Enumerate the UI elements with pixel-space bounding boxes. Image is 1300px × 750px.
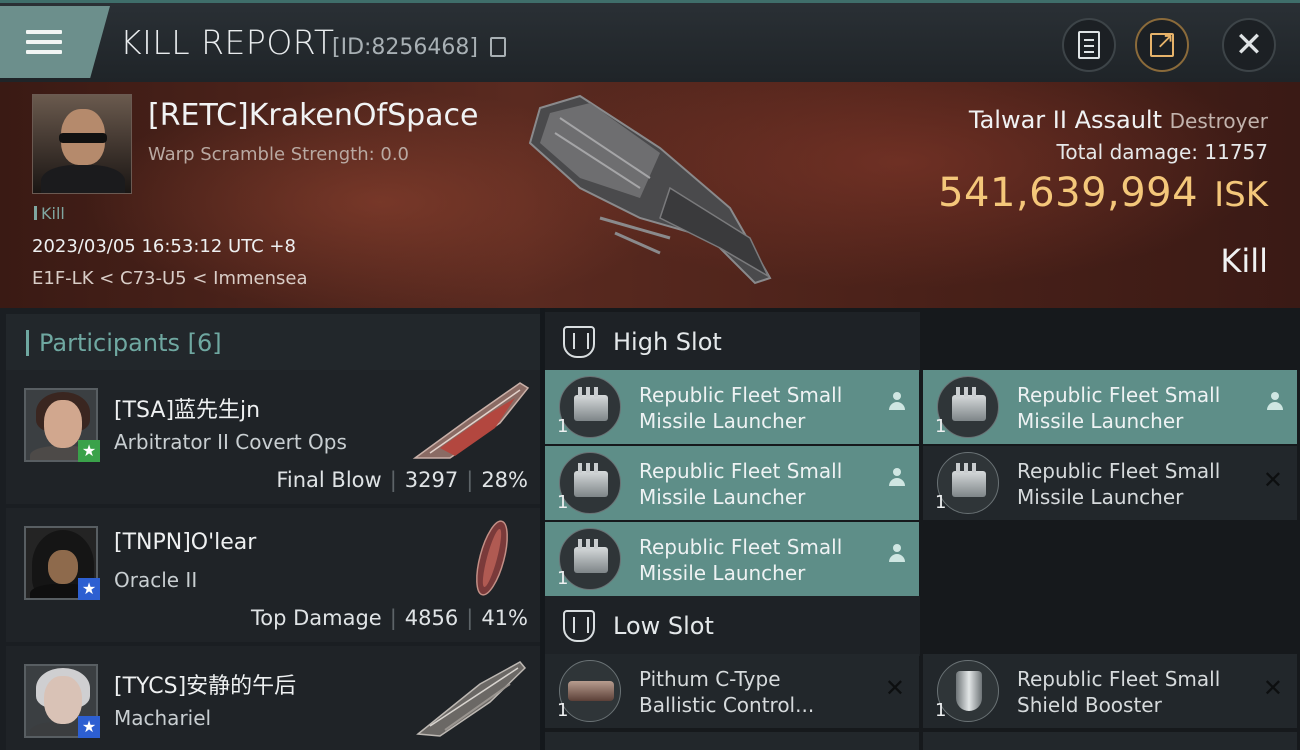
participant-damage: 3297: [404, 468, 459, 492]
participant-ship: Oracle II: [114, 568, 198, 592]
low-slot-icon: [563, 610, 595, 642]
kill-datetime: 2023/03/05 16:53:12 UTC +8: [32, 236, 296, 257]
participant-row[interactable]: ★ [TNPN]O'lear Oracle II Top Damage | 4856…: [6, 508, 540, 642]
kill-tag: Kill: [34, 204, 65, 223]
kill-location: E1F-LK < C73-U5 < Immensea: [32, 268, 308, 289]
module-item[interactable]: 1 Republic Fleet Small Missile Launcher ✕: [923, 446, 1297, 520]
person-icon: [889, 392, 905, 412]
star-badge-icon: ★: [78, 440, 100, 462]
victim-ship-name[interactable]: Talwar II Assault Destroyer: [969, 106, 1268, 134]
participant-ship-image: [476, 520, 508, 596]
module-name: Republic Fleet Small Missile Launcher: [1017, 459, 1221, 509]
participant-ship: Machariel: [114, 706, 212, 730]
victim-banner: [RETC]KrakenOfSpace Warp Scramble Streng…: [0, 82, 1300, 308]
total-damage-value: 11757: [1204, 140, 1268, 164]
module-quantity: 1: [935, 492, 947, 513]
module-quantity: 1: [557, 568, 569, 589]
report-id: [ID:8256468]: [332, 35, 478, 60]
copy-icon[interactable]: [490, 37, 506, 57]
share-icon: [1150, 29, 1174, 57]
header-bar: KILL REPORT [ID:8256468] ✕: [0, 0, 1300, 82]
participant-role: Final Blow: [276, 468, 382, 492]
low-slot-header: Low Slot: [545, 596, 920, 656]
participant-percent: 28%: [481, 468, 528, 492]
person-icon: [889, 544, 905, 564]
isk-value: 541,639,994: [938, 170, 1199, 216]
participant-ship: Arbitrator II Covert Ops: [114, 430, 347, 454]
clipboard-button[interactable]: [1062, 18, 1116, 72]
participant-name: [TNPN]O'lear: [114, 530, 257, 555]
low-slot-label: Low Slot: [613, 612, 714, 640]
module-item[interactable]: 1 Pithum C-Type Ballistic Control... ✕: [545, 654, 919, 728]
page-title: KILL REPORT: [120, 23, 335, 62]
participant-row[interactable]: ★ [TSA]蓝先生jn Arbitrator II Covert Ops Fi…: [6, 370, 540, 504]
participant-role: Top Damage: [250, 606, 382, 630]
person-icon: [889, 468, 905, 488]
module-item[interactable]: 1 Republic Fleet Small Missile Launcher: [545, 522, 919, 596]
close-icon: ✕: [1234, 25, 1264, 65]
module-quantity: 1: [935, 416, 947, 437]
victim-portrait[interactable]: [32, 94, 132, 194]
module-quantity: 1: [557, 700, 569, 721]
participant-percent: 41%: [481, 606, 528, 630]
participant-ship-image: [416, 661, 527, 737]
x-icon: ✕: [1262, 674, 1283, 702]
module-quantity: 1: [557, 416, 569, 437]
module-quantity: 1: [935, 700, 947, 721]
victim-ship-image[interactable]: [520, 88, 790, 288]
menu-button[interactable]: [0, 6, 110, 78]
participant-stats: Final Blow | 3297 | 28%: [276, 468, 528, 492]
participants-label: Participants [6]: [39, 329, 222, 357]
isk-value-row: 541,639,994 ISK: [938, 170, 1268, 216]
clipboard-icon: [1078, 31, 1100, 59]
module-name: Republic Fleet Small Missile Launcher: [639, 459, 843, 509]
star-badge-icon: ★: [78, 716, 100, 738]
module-item[interactable]: 1 Republic Fleet Small Missile Launcher: [545, 370, 919, 444]
module-item-partial[interactable]: [545, 732, 919, 750]
participant-ship-image: [412, 382, 530, 459]
menu-icon: [26, 28, 62, 56]
total-damage: Total damage: 11757: [1056, 140, 1268, 164]
module-name: Pithum C-Type Ballistic Control...: [639, 667, 815, 717]
high-slot-label: High Slot: [613, 328, 722, 356]
participant-row[interactable]: ★ [TYCS]安静的午后 Machariel: [6, 646, 540, 750]
high-slot-icon: [563, 326, 595, 358]
victim-pilot-name[interactable]: [RETC]KrakenOfSpace: [148, 98, 478, 133]
share-button[interactable]: [1135, 18, 1189, 72]
participant-name: [TYCS]安静的午后: [114, 674, 297, 699]
module-item-partial[interactable]: [923, 732, 1297, 750]
participant-name: [TSA]蓝先生jn: [114, 398, 261, 423]
module-item[interactable]: 1 Republic Fleet Small Missile Launcher: [545, 446, 919, 520]
module-item[interactable]: 1 Republic Fleet Small Missile Launcher: [923, 370, 1297, 444]
participants-header: Participants [6]: [6, 314, 540, 372]
module-name: Republic Fleet Small Missile Launcher: [639, 383, 843, 433]
x-icon: ✕: [1262, 466, 1283, 494]
module-name: Republic Fleet Small Missile Launcher: [1017, 383, 1221, 433]
participant-stats: Top Damage | 4856 | 41%: [250, 606, 528, 630]
kill-result: Kill: [1220, 242, 1268, 280]
victim-ship-class: Destroyer: [1169, 109, 1268, 133]
module-item[interactable]: 1 Republic Fleet Small Shield Booster ✕: [923, 654, 1297, 728]
x-icon: ✕: [884, 674, 905, 702]
participant-damage: 4856: [404, 606, 459, 630]
module-name: Republic Fleet Small Missile Launcher: [639, 535, 843, 585]
warp-scramble-strength: Warp Scramble Strength: 0.0: [148, 144, 410, 165]
isk-unit: ISK: [1214, 175, 1268, 215]
fitting-panel: High Slot 1 Republic Fleet Small Missile …: [545, 308, 1300, 750]
person-icon: [1267, 392, 1283, 412]
participants-panel: Participants [6] ★ [TSA]蓝先生jn Arbitrator…: [0, 308, 540, 750]
module-name: Republic Fleet Small Shield Booster: [1017, 667, 1221, 717]
high-slot-header: High Slot: [545, 312, 920, 372]
module-quantity: 1: [557, 492, 569, 513]
star-badge-icon: ★: [78, 578, 100, 600]
close-button[interactable]: ✕: [1222, 18, 1276, 72]
